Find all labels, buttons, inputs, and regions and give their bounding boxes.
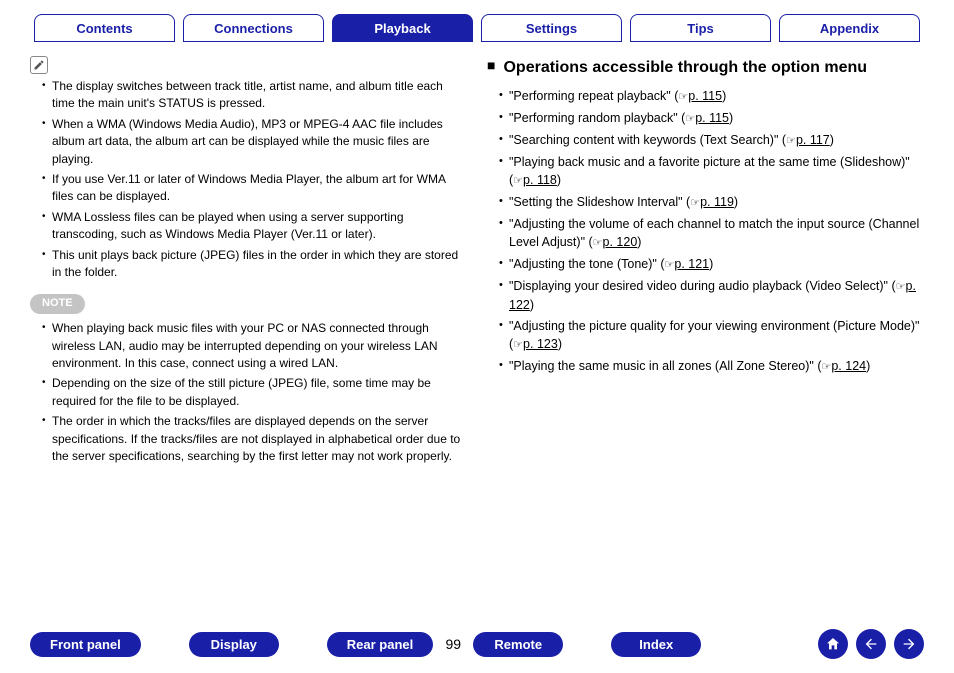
op-text: "Adjusting the volume of each channel to… (509, 217, 919, 249)
op-text: "Adjusting the picture quality for your … (509, 319, 919, 333)
tab-settings[interactable]: Settings (481, 14, 622, 42)
rear-panel-button[interactable]: Rear panel (327, 632, 433, 657)
list-item: "Performing repeat playback" (☞p. 115) (499, 87, 924, 106)
arrow-right-icon (901, 636, 917, 652)
tab-contents[interactable]: Contents (34, 14, 175, 42)
content-area: The display switches between track title… (0, 42, 954, 468)
page-link[interactable]: p. 115 (695, 111, 729, 125)
page-link[interactable]: p. 115 (688, 89, 722, 103)
list-item: "Playing the same music in all zones (Al… (499, 357, 924, 376)
link-icon: ☞ (678, 91, 688, 103)
list-item: "Performing random playback" (☞p. 115) (499, 109, 924, 128)
list-item: If you use Ver.11 or later of Windows Me… (42, 171, 467, 206)
square-bullet-icon: ■ (487, 56, 495, 76)
note-badge: NOTE (30, 294, 85, 314)
list-item: Depending on the size of the still pictu… (42, 375, 467, 410)
list-item: "Searching content with keywords (Text S… (499, 131, 924, 150)
section-heading-row: ■ Operations accessible through the opti… (487, 56, 924, 79)
operations-list: "Performing repeat playback" (☞p. 115) "… (487, 87, 924, 376)
op-text: "Displaying your desired video during au… (509, 279, 888, 293)
link-icon: ☞ (665, 259, 675, 271)
list-item: WMA Lossless files can be played when us… (42, 209, 467, 244)
tab-connections[interactable]: Connections (183, 14, 324, 42)
left-column: The display switches between track title… (30, 56, 467, 468)
page-link[interactable]: p. 118 (523, 173, 557, 187)
page-link[interactable]: p. 119 (700, 195, 734, 209)
bottom-right-group: Remote Index (473, 632, 701, 657)
op-text: "Playing back music and a favorite pictu… (509, 155, 910, 169)
home-button[interactable] (818, 629, 848, 659)
remote-button[interactable]: Remote (473, 632, 563, 657)
bottom-nav: Front panel Display Rear panel 99 Remote… (0, 629, 954, 659)
page-link[interactable]: p. 123 (523, 337, 558, 351)
link-icon: ☞ (593, 237, 603, 249)
link-icon: ☞ (513, 175, 523, 187)
op-text: "Performing random playback" (509, 111, 678, 125)
list-item: When a WMA (Windows Media Audio), MP3 or… (42, 116, 467, 168)
list-item: This unit plays back picture (JPEG) file… (42, 247, 467, 282)
op-text: "Adjusting the tone (Tone)" (509, 257, 657, 271)
section-heading: Operations accessible through the option… (503, 56, 867, 79)
list-item: "Playing back music and a favorite pictu… (499, 153, 924, 190)
op-text: "Searching content with keywords (Text S… (509, 133, 778, 147)
link-icon: ☞ (896, 281, 906, 293)
page-number: 99 (433, 636, 473, 652)
op-text: "Performing repeat playback" (509, 89, 671, 103)
tab-tips[interactable]: Tips (630, 14, 771, 42)
list-item: "Adjusting the picture quality for your … (499, 317, 924, 354)
link-icon: ☞ (786, 135, 796, 147)
list-item: The order in which the tracks/files are … (42, 413, 467, 465)
list-item: The display switches between track title… (42, 78, 467, 113)
link-icon: ☞ (685, 113, 695, 125)
page-link[interactable]: p. 124 (831, 359, 866, 373)
link-icon: ☞ (513, 339, 523, 351)
home-icon (825, 636, 841, 652)
info-list: The display switches between track title… (30, 78, 467, 281)
list-item: "Adjusting the tone (Tone)" (☞p. 121) (499, 255, 924, 274)
prev-page-button[interactable] (856, 629, 886, 659)
tab-playback[interactable]: Playback (332, 14, 473, 42)
front-panel-button[interactable]: Front panel (30, 632, 141, 657)
page-link[interactable]: p. 117 (796, 133, 830, 147)
index-button[interactable]: Index (611, 632, 701, 657)
page-link[interactable]: p. 121 (674, 257, 709, 271)
nav-icons (818, 629, 924, 659)
pen-icon (30, 56, 48, 74)
op-text: "Setting the Slideshow Interval" (509, 195, 683, 209)
link-icon: ☞ (690, 197, 700, 209)
arrow-left-icon (863, 636, 879, 652)
page-link[interactable]: p. 120 (603, 235, 638, 249)
next-page-button[interactable] (894, 629, 924, 659)
list-item: When playing back music files with your … (42, 320, 467, 372)
note-list: When playing back music files with your … (30, 320, 467, 465)
display-button[interactable]: Display (189, 632, 279, 657)
op-text: "Playing the same music in all zones (Al… (509, 359, 814, 373)
list-item: "Displaying your desired video during au… (499, 277, 924, 314)
bottom-left-group: Front panel Display Rear panel (30, 632, 433, 657)
list-item: "Adjusting the volume of each channel to… (499, 215, 924, 252)
link-icon: ☞ (821, 361, 831, 373)
list-item: "Setting the Slideshow Interval" (☞p. 11… (499, 193, 924, 212)
top-nav: Contents Connections Playback Settings T… (0, 0, 954, 42)
tab-appendix[interactable]: Appendix (779, 14, 920, 42)
right-column: ■ Operations accessible through the opti… (487, 56, 924, 468)
